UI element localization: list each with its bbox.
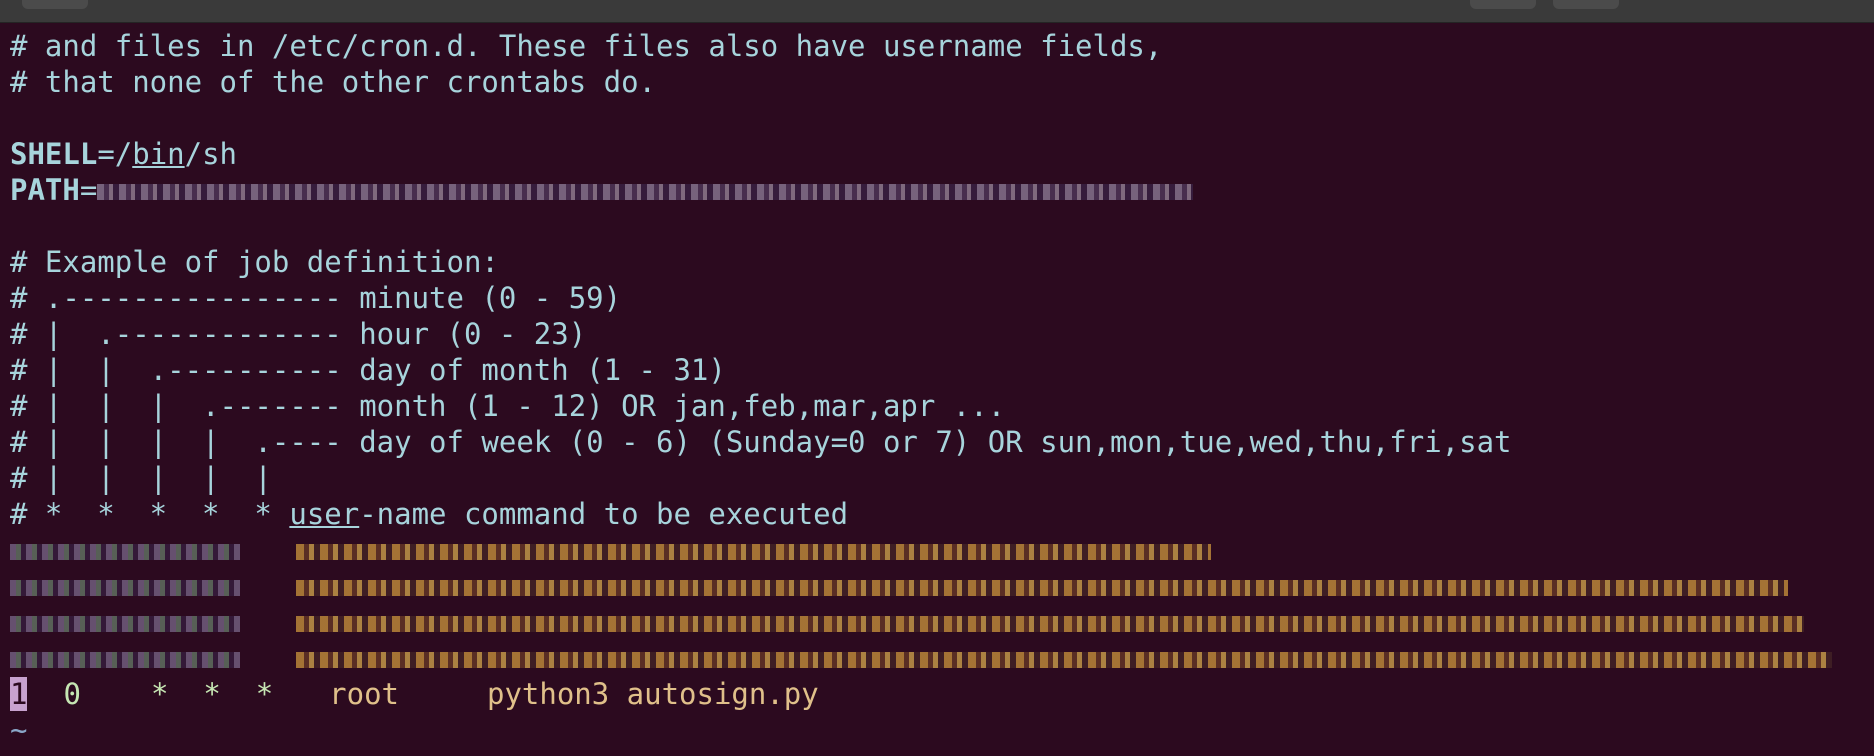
pixelated-command — [296, 652, 1832, 668]
comment-line: # and files in /etc/cron.d. These files … — [10, 29, 1163, 63]
shell-value-bin: bin — [132, 137, 185, 171]
cron-day-month-weekday: * * * — [150, 677, 274, 711]
comment-line: # | | | | .---- day of week (0 - 6) (Sun… — [10, 425, 1512, 459]
window-titlebar — [0, 0, 1874, 23]
path-key: PATH — [10, 173, 80, 207]
pixelated-path-value — [97, 184, 1194, 200]
comment-user-word: user — [289, 497, 360, 531]
cron-user: root — [329, 677, 399, 711]
pixelated-schedule — [10, 544, 240, 560]
pixelated-schedule — [10, 580, 240, 596]
terminal-editor[interactable]: # and files in /etc/cron.d. These files … — [10, 28, 1866, 752]
pixelated-schedule — [10, 616, 240, 632]
cron-hour: 0 — [63, 677, 81, 711]
pixelated-schedule — [10, 652, 240, 668]
comment-line: # Example of job definition: — [10, 245, 499, 279]
shell-value-suffix: /sh — [184, 137, 238, 171]
cron-command: python3 autosign.py — [487, 677, 819, 711]
pixelated-command — [296, 544, 1211, 560]
comment-line: # .---------------- minute (0 - 59) — [10, 281, 622, 315]
comment-line: # | | | | | — [10, 461, 272, 495]
empty-buffer-tilde: ~ — [10, 713, 28, 747]
comment-line: # that none of the other crontabs do. — [10, 65, 657, 99]
pixelated-command — [296, 580, 1788, 596]
comment-line: # | .------------- hour (0 - 23) — [10, 317, 587, 351]
pixelated-cron-row — [10, 532, 1866, 568]
titlebar-search-button[interactable] — [1470, 0, 1536, 9]
comment-line: # | | | .------- month (1 - 12) OR jan,f… — [10, 389, 1006, 423]
pixelated-cron-row — [10, 604, 1866, 640]
pixelated-command — [296, 616, 1804, 632]
pixelated-cron-row — [10, 568, 1866, 604]
cron-job-line[interactable]: 1 0 * * * root python3 autosign.py — [10, 676, 1866, 712]
path-line: PATH= — [10, 172, 1866, 208]
comment-rest: -name command to be executed — [359, 497, 849, 531]
comment-fields: # * * * * * — [10, 497, 290, 531]
comment-line: # | | .---------- day of month (1 - 31) — [10, 353, 726, 387]
path-equals: = — [79, 173, 98, 207]
pixelated-cron-row — [10, 640, 1866, 676]
shell-line: SHELL=/bin/sh — [10, 136, 1866, 172]
titlebar-menu-button[interactable] — [22, 0, 88, 9]
titlebar-options-button[interactable] — [1553, 0, 1619, 9]
text-cursor: 1 — [10, 677, 28, 711]
shell-value-prefix: =/ — [97, 137, 133, 171]
shell-key: SHELL — [10, 137, 98, 171]
comment-line: # * * * * * user-name command to be exec… — [10, 496, 1866, 532]
